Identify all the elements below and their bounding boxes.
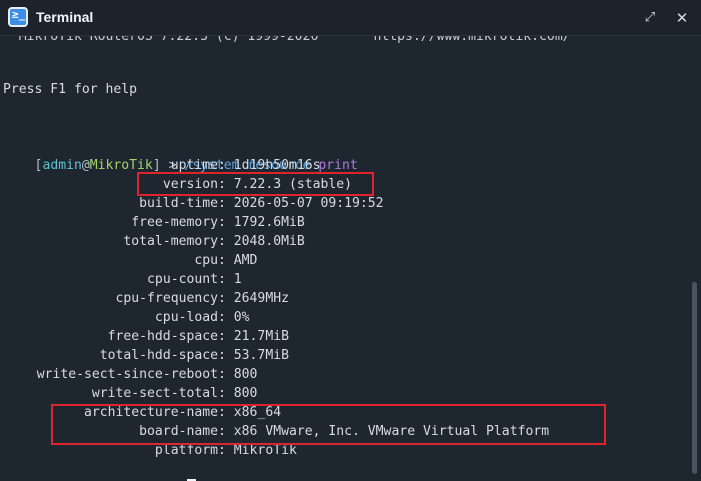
- resource-value: AMD: [233, 253, 258, 268]
- scrollbar-thumb[interactable]: [692, 282, 697, 474]
- title-bar: ≥_ Terminal ⤢ ✕: [0, 0, 701, 36]
- resource-value: 2026-05-07 09:19:52: [233, 196, 384, 211]
- terminal-app-icon: ≥_: [8, 7, 28, 27]
- terminal-prompt-icon: ≥_: [12, 8, 26, 21]
- resource-row: free-memory: 1792.6MiB: [3, 213, 305, 232]
- resource-separator: :: [218, 386, 234, 401]
- resource-separator: :: [218, 367, 234, 382]
- resource-value: 2048.0MiB: [233, 234, 305, 249]
- resource-label: cpu-count: [147, 272, 218, 287]
- architecture-board-highlight-box: [51, 404, 606, 445]
- resource-value: 21.7MiB: [233, 329, 289, 344]
- resource-row: cpu-frequency: 2649MHz: [3, 289, 289, 308]
- restore-window-icon[interactable]: ⤢: [641, 9, 659, 27]
- resource-separator: :: [218, 329, 234, 344]
- resource-value: 1: [233, 272, 242, 287]
- resource-separator: :: [218, 215, 234, 230]
- resource-label: cpu-load: [154, 310, 218, 325]
- command-line: [admin@MikroTik] > /system resource prin…: [3, 137, 358, 173]
- resource-row: write-sect-total: 800: [3, 384, 258, 403]
- resource-value: 800: [233, 386, 258, 401]
- resource-separator: :: [218, 291, 234, 306]
- resource-value: MikroTik: [233, 443, 297, 458]
- input-prompt-line[interactable]: [admin@MikroTik] >: [3, 460, 197, 481]
- resource-label: write-sect-since-reboot: [36, 367, 218, 382]
- help-text: Press F1 for help: [3, 82, 138, 97]
- resource-row: build-time: 2026-05-07 09:19:52: [3, 194, 384, 213]
- banner-line: MikroTik RouterOS 7.22.3 (c) 1999-2026 h…: [3, 36, 571, 44]
- resource-value: 1792.6MiB: [233, 215, 305, 230]
- window-title: Terminal: [36, 9, 94, 25]
- resource-label: cpu: [194, 253, 218, 268]
- resource-separator: :: [218, 196, 234, 211]
- close-icon[interactable]: ✕: [673, 9, 691, 27]
- resource-separator: :: [218, 253, 234, 268]
- resource-row: free-hdd-space: 21.7MiB: [3, 327, 289, 346]
- command-verb: print: [318, 158, 358, 173]
- resource-row: total-hdd-space: 53.7MiB: [3, 346, 289, 365]
- resource-value: 0%: [233, 310, 250, 325]
- resource-row: cpu-load: 0%: [3, 308, 250, 327]
- resource-separator: :: [218, 234, 234, 249]
- resource-row: cpu: AMD: [3, 251, 257, 270]
- resource-value: 53.7MiB: [233, 348, 289, 363]
- resource-separator: :: [218, 272, 234, 287]
- resource-label: total-memory: [123, 234, 218, 249]
- resource-separator: :: [218, 158, 234, 173]
- resource-label: free-memory: [131, 215, 218, 230]
- resource-value: 800: [233, 367, 258, 382]
- version-highlight-box: [137, 172, 374, 196]
- resource-label: write-sect-total: [91, 386, 218, 401]
- resource-row: cpu-count: 1: [3, 270, 242, 289]
- resource-label: build-time: [139, 196, 218, 211]
- resource-label: total-hdd-space: [99, 348, 218, 363]
- resource-row: write-sect-since-reboot: 800: [3, 365, 258, 384]
- resource-separator: :: [218, 348, 234, 363]
- resource-value: 1d19h50m16s: [233, 158, 321, 173]
- resource-row: total-memory: 2048.0MiB: [3, 232, 305, 251]
- resource-label: free-hdd-space: [107, 329, 218, 344]
- resource-value: 2649MHz: [233, 291, 289, 306]
- resource-separator: :: [218, 443, 234, 458]
- resource-separator: :: [218, 310, 234, 325]
- resource-label: cpu-frequency: [115, 291, 218, 306]
